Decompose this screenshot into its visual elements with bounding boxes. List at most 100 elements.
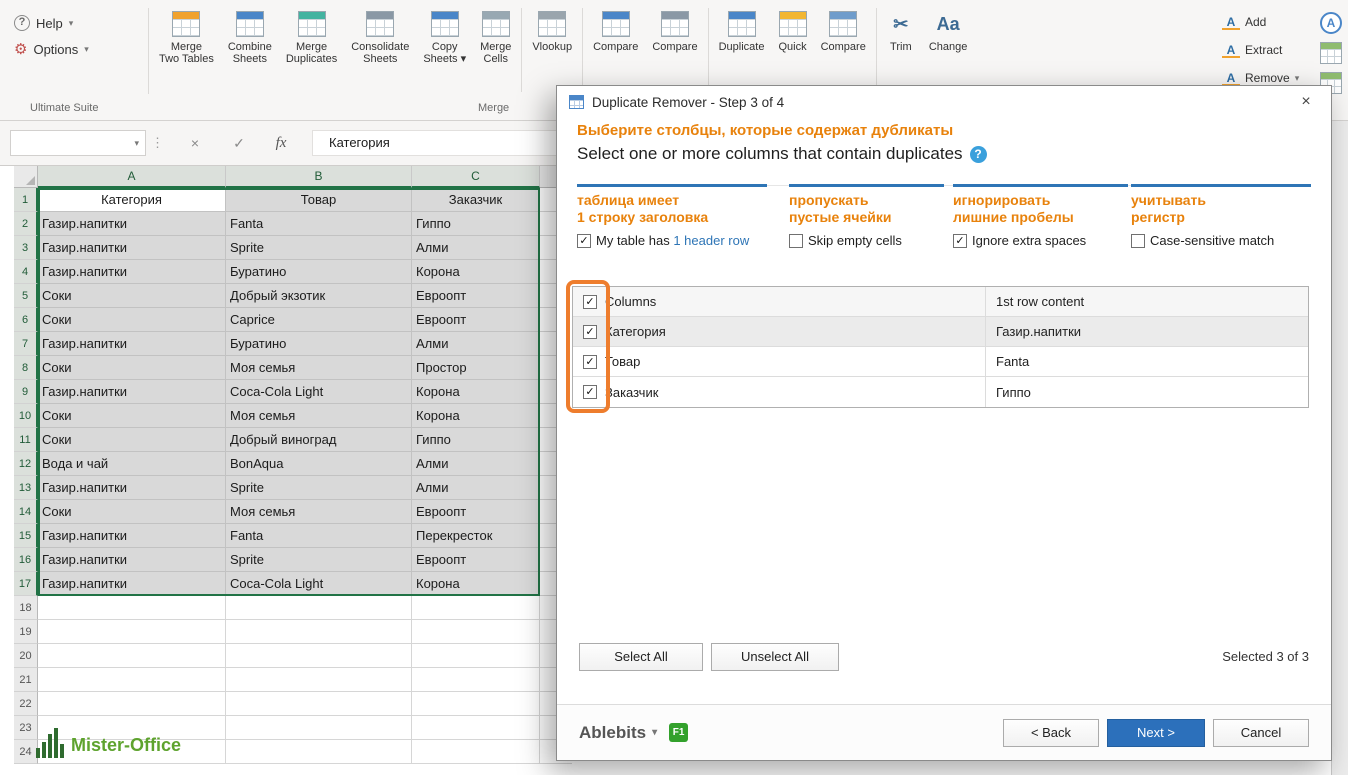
ribbon-button-merge-cells[interactable]: MergeCells — [473, 4, 518, 96]
cell-C4[interactable]: Корона — [412, 260, 540, 284]
cell-B16[interactable]: Sprite — [226, 548, 412, 572]
column-row-категория[interactable]: ✓КатегорияГазир.напитки — [573, 317, 1308, 347]
cell-B22[interactable] — [226, 692, 412, 716]
cell-B10[interactable]: Моя семья — [226, 404, 412, 428]
checkbox-icon[interactable]: ✓ — [583, 325, 597, 339]
row-header-21[interactable]: 21 — [14, 668, 38, 692]
cell-C7[interactable]: Алми — [412, 332, 540, 356]
cell-C24[interactable] — [412, 740, 540, 764]
checkbox-icon[interactable]: ✓ — [789, 234, 803, 248]
cell-A22[interactable] — [38, 692, 226, 716]
ribbon-button-compare[interactable]: Compare — [814, 4, 873, 96]
case-sensitive-checkbox[interactable]: ✓ Case-sensitive match — [1131, 233, 1311, 248]
cell-B4[interactable]: Буратино — [226, 260, 412, 284]
back-button[interactable]: < Back — [1003, 719, 1099, 747]
ribbon-button-change[interactable]: AaChange — [922, 4, 975, 96]
column-header-a[interactable]: A — [38, 166, 226, 188]
cell-A1[interactable]: Категория — [38, 188, 226, 212]
extract-button[interactable]: AExtract — [1222, 36, 1326, 64]
ribbon-button-merge-duplicates[interactable]: MergeDuplicates — [279, 4, 344, 96]
row-header-18[interactable]: 18 — [14, 596, 38, 620]
cell-B24[interactable] — [226, 740, 412, 764]
header-row-link[interactable]: 1 header row — [673, 233, 749, 248]
cell-C9[interactable]: Корона — [412, 380, 540, 404]
help-circle-icon[interactable]: ? — [970, 146, 987, 163]
cell-B23[interactable] — [226, 716, 412, 740]
cell-B20[interactable] — [226, 644, 412, 668]
cell-B14[interactable]: Моя семья — [226, 500, 412, 524]
cell-B7[interactable]: Буратино — [226, 332, 412, 356]
insert-function-icon[interactable]: fx — [264, 130, 298, 156]
select-all-button[interactable]: Select All — [579, 643, 703, 671]
cell-A17[interactable]: Газир.напитки — [38, 572, 226, 596]
cell-B13[interactable]: Sprite — [226, 476, 412, 500]
cell-C18[interactable] — [412, 596, 540, 620]
options-menu[interactable]: ⚙ Options ▾ — [14, 36, 134, 62]
circled-a-icon[interactable]: A — [1320, 12, 1342, 34]
name-box[interactable]: ▾ — [10, 130, 146, 156]
cell-A6[interactable]: Соки — [38, 308, 226, 332]
close-icon[interactable]: × — [1293, 93, 1319, 111]
unselect-all-button[interactable]: Unselect All — [711, 643, 839, 671]
checkbox-icon[interactable]: ✓ — [1131, 234, 1145, 248]
row-header-8[interactable]: 8 — [14, 356, 38, 380]
row-header-13[interactable]: 13 — [14, 476, 38, 500]
ignore-spaces-checkbox[interactable]: ✓ Ignore extra spaces — [953, 233, 1128, 248]
checkbox-icon[interactable]: ✓ — [577, 234, 591, 248]
cell-A15[interactable]: Газир.напитки — [38, 524, 226, 548]
cell-B17[interactable]: Coca-Cola Light — [226, 572, 412, 596]
cell-A5[interactable]: Соки — [38, 284, 226, 308]
ribbon-button-vlookup[interactable]: Vlookup — [525, 4, 579, 96]
cell-C13[interactable]: Алми — [412, 476, 540, 500]
header-row-checkbox[interactable]: ✓ My table has 1 header row — [577, 233, 767, 248]
cell-C1[interactable]: Заказчик — [412, 188, 540, 212]
checkbox-icon[interactable]: ✓ — [583, 385, 597, 399]
cell-B12[interactable]: BonAqua — [226, 452, 412, 476]
cancel-entry-icon[interactable]: × — [178, 130, 212, 156]
cell-C6[interactable]: Евроопт — [412, 308, 540, 332]
ribbon-button-compare[interactable]: Compare — [586, 4, 645, 96]
row-header-22[interactable]: 22 — [14, 692, 38, 716]
cell-A4[interactable]: Газир.напитки — [38, 260, 226, 284]
cell-C23[interactable] — [412, 716, 540, 740]
cancel-button[interactable]: Cancel — [1213, 719, 1309, 747]
cell-C3[interactable]: Алми — [412, 236, 540, 260]
cell-A12[interactable]: Вода и чай — [38, 452, 226, 476]
cell-A16[interactable]: Газир.напитки — [38, 548, 226, 572]
row-header-19[interactable]: 19 — [14, 620, 38, 644]
cell-B2[interactable]: Fanta — [226, 212, 412, 236]
cell-B5[interactable]: Добрый экзотик — [226, 284, 412, 308]
select-all-corner[interactable] — [14, 166, 38, 188]
cell-C11[interactable]: Гиппо — [412, 428, 540, 452]
enter-entry-icon[interactable]: ✓ — [222, 130, 256, 156]
cell-B21[interactable] — [226, 668, 412, 692]
row-header-23[interactable]: 23 — [14, 716, 38, 740]
checkbox-icon[interactable]: ✓ — [953, 234, 967, 248]
cell-C14[interactable]: Евроопт — [412, 500, 540, 524]
next-button[interactable]: Next > — [1107, 719, 1205, 747]
cell-A13[interactable]: Газир.напитки — [38, 476, 226, 500]
ribbon-button-duplicate[interactable]: Duplicate — [712, 4, 772, 96]
cell-C8[interactable]: Простор — [412, 356, 540, 380]
cell-B11[interactable]: Добрый виноград — [226, 428, 412, 452]
cell-A10[interactable]: Соки — [38, 404, 226, 428]
cell-A21[interactable] — [38, 668, 226, 692]
cell-C17[interactable]: Корона — [412, 572, 540, 596]
cell-B15[interactable]: Fanta — [226, 524, 412, 548]
ribbon-button-combine-sheets[interactable]: CombineSheets — [221, 4, 279, 96]
row-header-11[interactable]: 11 — [14, 428, 38, 452]
row-header-2[interactable]: 2 — [14, 212, 38, 236]
row-header-6[interactable]: 6 — [14, 308, 38, 332]
row-header-4[interactable]: 4 — [14, 260, 38, 284]
cell-C2[interactable]: Гиппо — [412, 212, 540, 236]
row-header-3[interactable]: 3 — [14, 236, 38, 260]
row-header-1[interactable]: 1 — [14, 188, 38, 212]
ribbon-button-consolidate-sheets[interactable]: ConsolidateSheets — [344, 4, 416, 96]
checkbox-icon[interactable]: ✓ — [583, 295, 597, 309]
column-row-товар[interactable]: ✓ТоварFanta — [573, 347, 1308, 377]
row-header-10[interactable]: 10 — [14, 404, 38, 428]
column-row-заказчик[interactable]: ✓ЗаказчикГиппо — [573, 377, 1308, 407]
column-header-b[interactable]: B — [226, 166, 412, 188]
row-header-5[interactable]: 5 — [14, 284, 38, 308]
cell-C19[interactable] — [412, 620, 540, 644]
